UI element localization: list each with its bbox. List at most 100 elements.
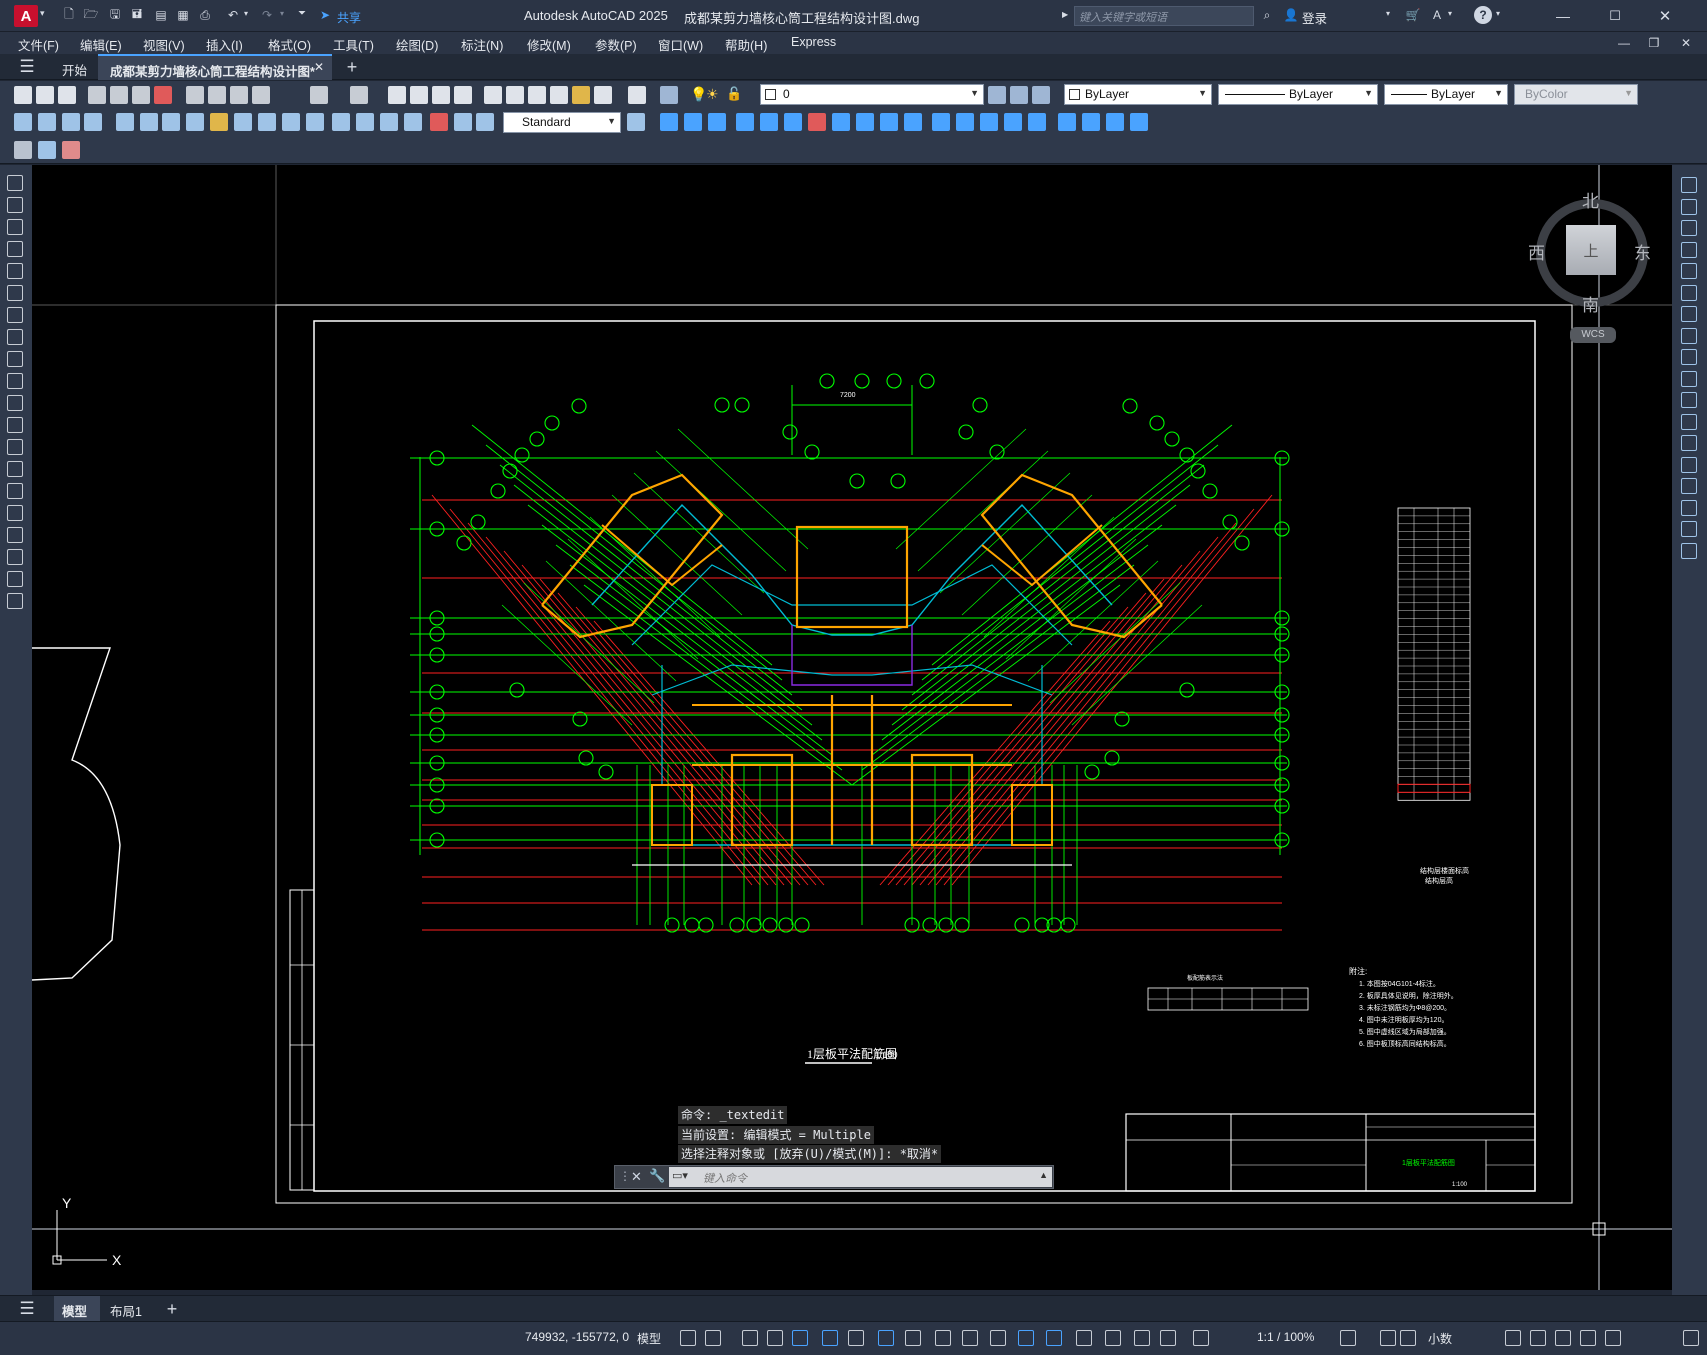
properties-icon[interactable] [484,86,502,104]
layer-tools-icon[interactable] [62,141,80,159]
presspull-icon[interactable] [760,113,778,131]
selection-filter-icon[interactable] [1076,1330,1092,1346]
table-icon[interactable] [7,549,23,565]
intersect-icon[interactable] [904,113,922,131]
insert-block-icon[interactable] [7,417,23,433]
open-icon[interactable] [36,86,54,104]
dim-ordinate-icon[interactable] [84,113,102,131]
viewcube-south[interactable]: 南 [1582,291,1599,316]
move-icon[interactable] [1681,284,1697,301]
array-icon[interactable] [1681,263,1697,279]
dim-update-icon[interactable] [476,113,494,131]
add-selected-icon[interactable] [7,593,23,609]
rotate-icon[interactable] [1681,306,1697,322]
dim-aligned-icon[interactable] [38,113,56,131]
wcs-menu-button[interactable]: WCS [1570,327,1616,343]
jogged-linear-icon[interactable] [404,113,422,131]
blend-icon[interactable] [1681,521,1697,537]
lock-ui-icon[interactable] [1530,1330,1546,1346]
spline-icon[interactable] [7,351,23,367]
command-close-icon[interactable]: ✕ [631,1169,642,1185]
linetype-dropdown[interactable]: ByLayer ▼ [1218,84,1378,105]
tool-palette-icon[interactable] [528,86,546,104]
break-icon[interactable] [1681,435,1697,451]
command-grip-icon[interactable]: ⋮ [619,1169,631,1183]
plot-preview-icon[interactable] [110,86,128,104]
design-center-icon[interactable] [506,86,524,104]
selection-cycling-icon[interactable] [990,1330,1006,1346]
chamfer-icon[interactable] [1681,478,1697,494]
dim-edit-icon[interactable] [430,113,448,131]
minimize-window-icon[interactable]: — [1548,4,1578,28]
add-layout-icon[interactable]: + [162,1299,182,1319]
wedge-icon[interactable] [708,113,726,131]
pan-icon[interactable] [388,86,406,104]
layer-prev-icon[interactable] [1010,86,1028,104]
hamburger-menu-icon[interactable]: ☰ [16,57,38,76]
menu-edit[interactable]: 编辑(E) [80,35,122,54]
plot-icon[interactable] [88,86,106,104]
menu-format[interactable]: 格式(O) [268,35,311,54]
shell-icon[interactable] [1130,113,1148,131]
stretch-icon[interactable] [1681,349,1697,365]
login-button[interactable]: 登录 [1302,8,1327,27]
ellipse-arc-icon[interactable] [7,395,23,411]
gizmo-icon[interactable] [1105,1330,1121,1346]
block-editor-icon[interactable] [14,141,32,159]
doc-minimize-icon[interactable]: — [1615,34,1633,52]
join-icon[interactable] [1681,456,1697,473]
subtract-icon[interactable] [880,113,898,131]
annotation-scale[interactable]: 1:1 / 100% [1257,1330,1314,1344]
new-file-icon[interactable]: 🗋 [60,6,78,24]
search-expand-icon[interactable]: ▶ [1062,10,1068,19]
insert-block-icon[interactable] [38,141,56,159]
union-icon[interactable] [856,113,874,131]
undo-icon[interactable]: ↶ [224,6,242,24]
units-icon[interactable] [1400,1330,1416,1346]
login-dropdown-icon[interactable]: ▾ [1386,9,1390,18]
transparency-icon[interactable] [962,1330,978,1346]
cylinder-icon[interactable] [684,113,702,131]
viewcube-top-face[interactable]: 上 [1566,225,1616,275]
extrude-icon[interactable] [736,113,754,131]
layer-dropdown[interactable]: 0 ▼ [760,84,984,105]
command-input[interactable]: ▭▾ 键入命令 ▲ [669,1167,1052,1187]
annotation-monitor-icon[interactable] [1193,1330,1209,1346]
revcloud-icon[interactable] [7,329,23,345]
plot-icon[interactable]: ⎙ [196,6,214,24]
dynamic-ucs-icon[interactable] [1046,1330,1062,1346]
infer-icon[interactable] [742,1330,758,1346]
cart-icon[interactable]: 🛒 [1404,6,1422,24]
viewcube[interactable]: 上 北 南 西 东 WCS [1528,187,1652,343]
doc-close-icon[interactable]: ✕ [1677,34,1695,52]
layer-lock-icon[interactable]: 🔓 [726,86,742,102]
dim-jogged-icon[interactable] [140,113,158,131]
help-dropdown-icon[interactable]: ▾ [1496,9,1500,18]
grid-icon[interactable] [680,1330,696,1346]
trim-icon[interactable] [1681,370,1697,387]
model-tab[interactable]: 模型 [54,1296,100,1322]
zoom-realtime-icon[interactable] [410,86,428,104]
lineweight-dropdown[interactable]: ByLayer ▼ [1384,84,1508,105]
dim-linear-icon[interactable] [14,113,32,131]
menu-draw[interactable]: 绘图(D) [396,35,438,54]
dim-break-icon[interactable] [306,113,324,131]
polar-icon[interactable] [822,1330,838,1346]
publish-icon[interactable]: ▤ [152,6,170,24]
command-customize-icon[interactable]: 🔧 [649,1168,665,1184]
line-icon[interactable] [7,175,23,191]
doc-restore-icon[interactable]: ❐ [1645,34,1663,52]
menu-tools[interactable]: 工具(T) [333,35,374,54]
thicken-icon[interactable] [956,113,974,131]
offset-icon[interactable] [1681,241,1697,258]
ellipse-icon[interactable] [7,373,23,389]
customize-quick-access-icon[interactable]: ⏷ [298,8,306,19]
dim-angular-icon[interactable] [186,113,204,131]
match-props-icon[interactable] [252,86,270,104]
quick-dim-icon[interactable] [210,113,228,131]
isolate-icon[interactable] [1555,1330,1571,1346]
active-document-tab[interactable]: 成都某剪力墙核心筒工程结构设计图* ✕ [98,54,332,80]
center-mark-icon[interactable] [356,113,374,131]
layer-properties-icon[interactable] [660,86,678,104]
polygon-icon[interactable] [7,241,23,257]
